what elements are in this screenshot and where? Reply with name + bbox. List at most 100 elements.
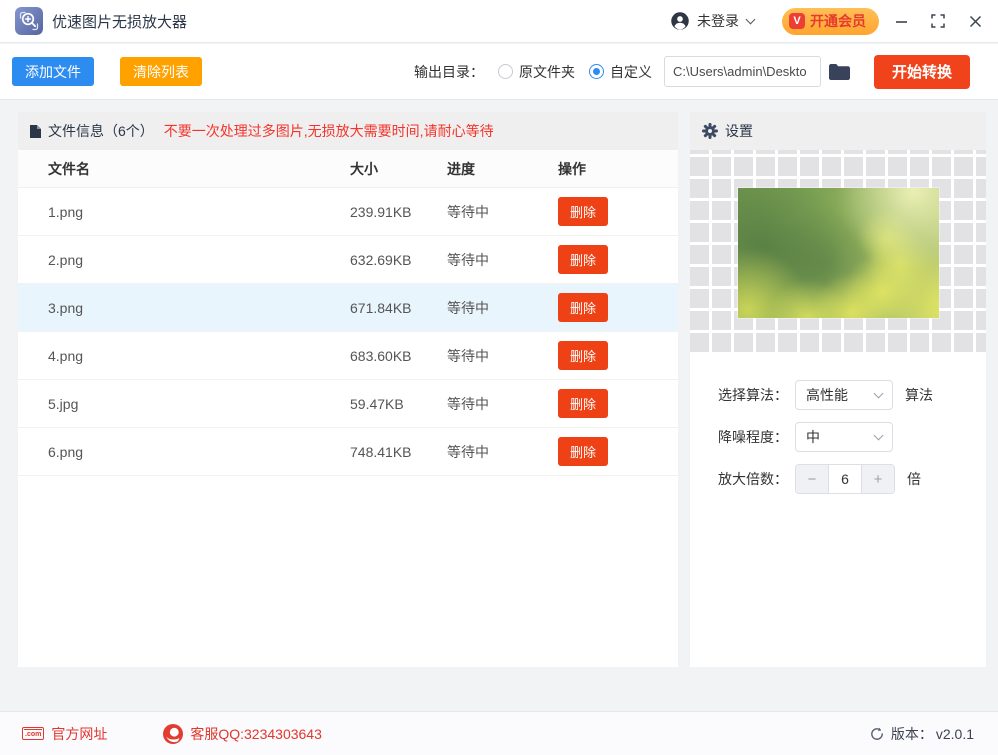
footer: .com 官方网址 客服QQ:3234303643 版本： v2.0.1 [0,711,998,755]
radio-custom-label: 自定义 [609,63,652,80]
user-account-menu[interactable]: 未登录 [670,11,756,31]
user-avatar-icon [671,12,689,30]
image-preview [738,188,939,318]
file-size: 59.47KB [350,395,404,412]
vip-badge-icon: V [789,13,805,29]
file-size: 748.41KB [350,443,412,460]
refresh-icon [870,727,883,740]
file-size: 239.91KB [350,203,412,220]
settings-form: 选择算法： 高性能 算法 降噪程度： 中 放大倍数： − 6 + 倍 [690,352,986,494]
gear-icon [702,123,718,139]
chevron-down-icon [873,430,884,441]
settings-panel-header: 设置 [690,112,986,150]
browse-folder-button[interactable] [828,63,850,80]
file-status: 等待中 [447,443,489,460]
maximize-icon [931,14,945,28]
scale-value: 6 [829,465,861,493]
titlebar: 优速图片无损放大器 未登录 V 开通会员 [0,0,998,43]
file-status: 等待中 [447,203,489,220]
file-panel-title: 文件信息（6个） [48,123,154,139]
delete-button[interactable]: 删除 [558,389,609,418]
table-row[interactable]: 5.jpg 59.47KB 等待中 删除 [18,380,678,428]
close-icon [969,15,981,27]
file-name: 2.png [48,251,84,268]
algorithm-select[interactable]: 高性能 [795,380,893,410]
file-size: 671.84KB [350,299,412,316]
file-status: 等待中 [447,251,489,268]
support-qq-label: 客服QQ:3234303643 [190,725,322,742]
customer-service-icon [163,723,184,744]
chevron-down-icon [873,388,884,399]
app-logo-icon [15,7,43,35]
version-value: v2.0.1 [935,725,974,742]
denoise-row: 降噪程度： 中 [718,422,986,452]
delete-button[interactable]: 删除 [558,341,609,370]
algorithm-label: 选择算法： [718,387,788,403]
scale-stepper: − 6 + [795,464,895,494]
minimize-button[interactable] [886,6,916,36]
support-qq-link[interactable]: 客服QQ:3234303643 [163,723,322,744]
file-status: 等待中 [447,347,489,364]
document-icon [30,124,41,138]
file-table-header: 文件名 大小 进度 操作 [18,150,678,188]
settings-panel: 设置 选择算法： 高性能 算法 降噪程度： 中 放大倍数： − 6 + 倍 [690,112,986,667]
login-status: 未登录 [697,13,739,29]
close-button[interactable] [960,6,990,36]
radio-original-label: 原文件夹 [518,63,575,80]
file-status: 等待中 [447,395,489,412]
table-row[interactable]: 3.png 671.84KB 等待中 删除 [18,284,678,332]
file-name: 4.png [48,347,84,364]
table-row[interactable]: 6.png 748.41KB 等待中 删除 [18,428,678,476]
scale-label: 放大倍数： [718,471,788,487]
denoise-label: 降噪程度： [718,429,788,445]
delete-button[interactable]: 删除 [558,245,609,274]
file-name: 3.png [48,299,84,316]
output-path-input[interactable] [663,56,821,87]
col-size: 大小 [350,160,378,177]
file-status: 等待中 [447,299,489,316]
table-row[interactable]: 4.png 683.60KB 等待中 删除 [18,332,678,380]
file-size: 632.69KB [350,251,412,268]
scale-suffix: 倍 [907,471,921,487]
file-name: 1.png [48,203,84,220]
radio-original-circle [497,64,513,79]
vip-button-label: 开通会员 [810,13,866,29]
denoise-value: 中 [806,429,820,445]
add-files-button[interactable]: 添加文件 [12,57,94,86]
maximize-button[interactable] [923,6,953,36]
file-size: 683.60KB [350,347,412,364]
algorithm-row: 选择算法： 高性能 算法 [718,380,986,410]
preview-flowers-image [738,188,939,318]
version-label: 版本： [890,725,933,742]
delete-button[interactable]: 删除 [558,197,609,226]
denoise-select[interactable]: 中 [795,422,893,452]
vip-upgrade-button[interactable]: V 开通会员 [782,7,879,35]
radio-original-folder[interactable]: 原文件夹 [497,62,575,82]
official-website-label: 官方网址 [51,725,108,742]
radio-custom-folder[interactable]: 自定义 [588,62,652,82]
col-action: 操作 [558,160,586,177]
increase-button[interactable]: + [861,465,894,493]
algorithm-suffix: 算法 [905,387,933,403]
minimize-icon [895,20,907,23]
delete-button[interactable]: 删除 [558,437,609,466]
table-row[interactable]: 2.png 632.69KB 等待中 删除 [18,236,678,284]
scale-row: 放大倍数： − 6 + 倍 [718,464,986,494]
official-website-link[interactable]: .com 官方网址 [22,724,107,744]
file-name: 6.png [48,443,84,460]
start-convert-button[interactable]: 开始转换 [873,54,970,89]
file-panel-header: 文件信息（6个） 不要一次处理过多图片,无损放大需要时间,请耐心等待 [18,112,678,150]
col-progress: 进度 [447,160,475,177]
website-com-icon: .com [22,727,45,740]
table-row[interactable]: 1.png 239.91KB 等待中 删除 [18,188,678,236]
version-info: 版本： v2.0.1 [870,724,974,744]
file-table-body: 1.png 239.91KB 等待中 删除 2.png 632.69KB 等待中… [18,188,678,476]
delete-button[interactable]: 删除 [558,293,609,322]
radio-custom-circle [588,64,604,79]
folder-icon [828,63,850,80]
clear-list-button[interactable]: 清除列表 [120,57,202,86]
transparency-checkerboard [690,150,986,352]
app-title: 优速图片无损放大器 [52,13,188,31]
col-filename: 文件名 [48,160,90,177]
decrease-button[interactable]: − [796,465,829,493]
